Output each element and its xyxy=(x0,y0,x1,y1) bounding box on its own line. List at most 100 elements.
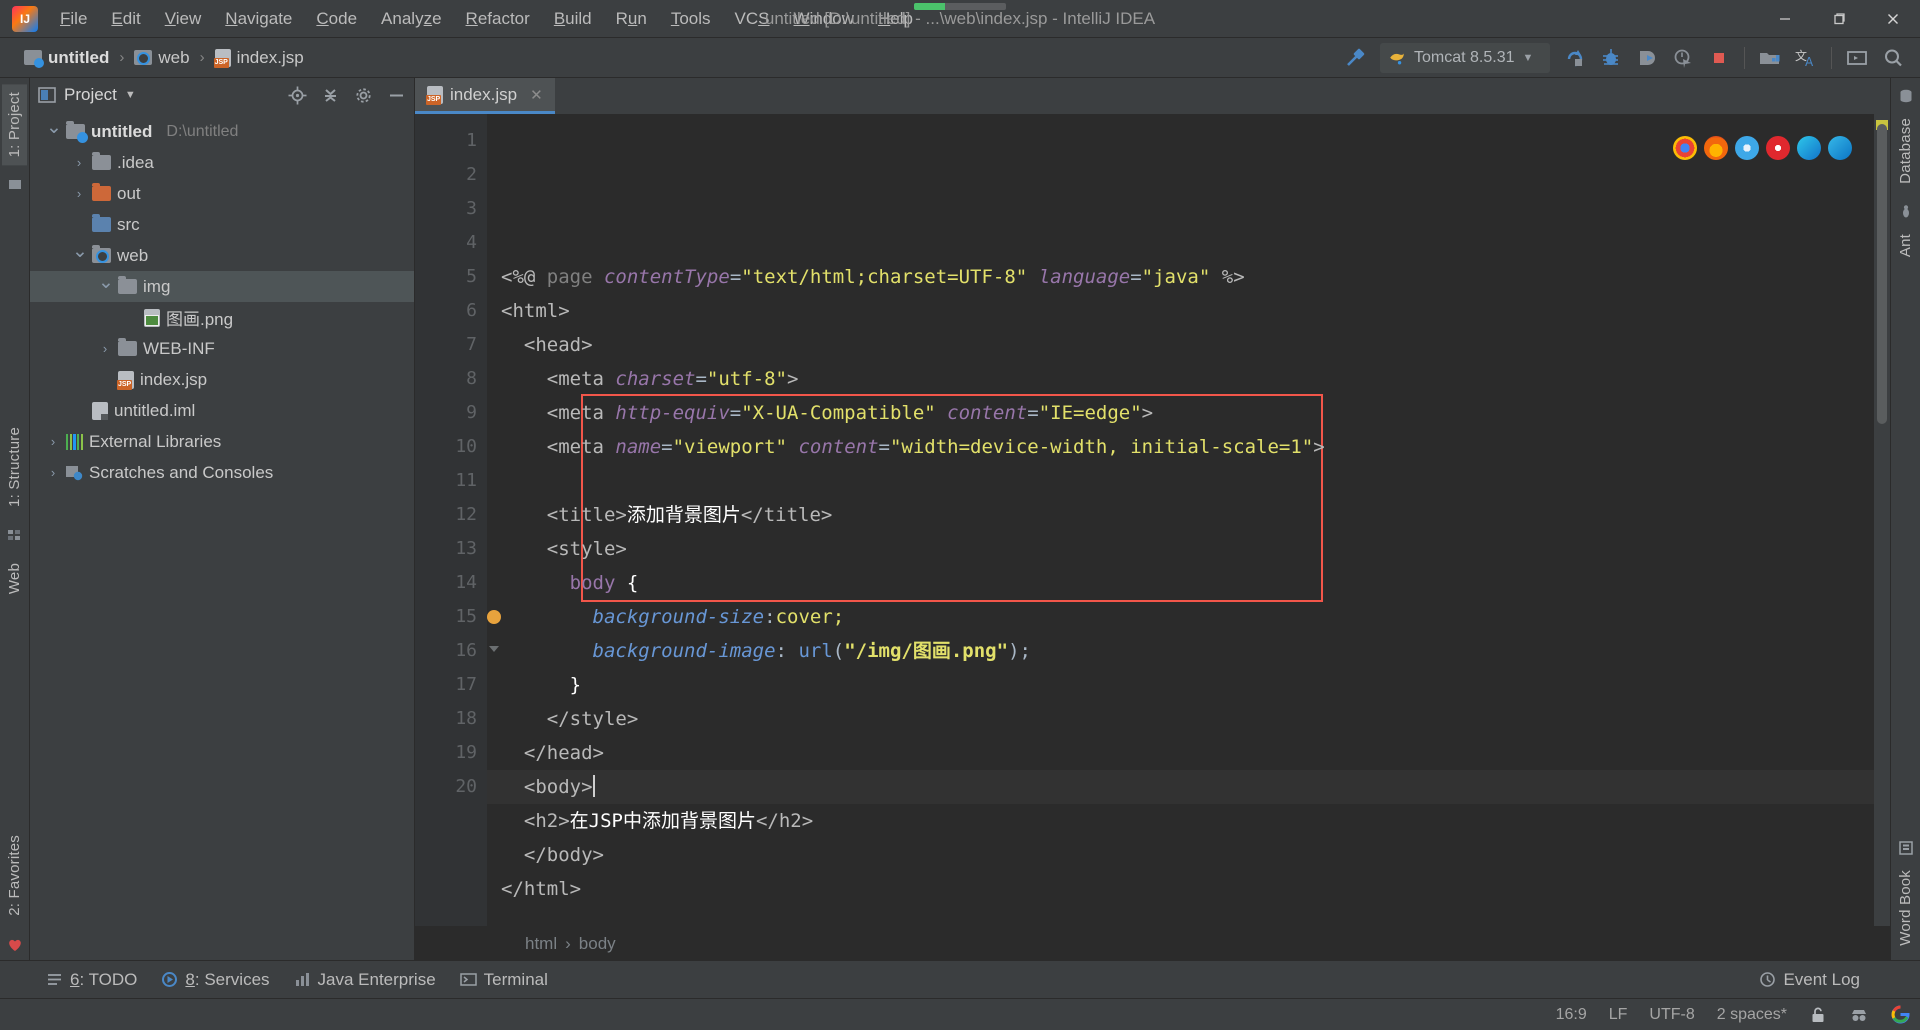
build-hammer-icon[interactable] xyxy=(1338,42,1372,74)
run-with-coverage-icon[interactable] xyxy=(1630,42,1664,74)
line-number[interactable]: 12 xyxy=(415,498,487,532)
tree-item-untitled[interactable]: ⌄ untitled D:\untitled xyxy=(30,116,414,147)
tab-index-jsp[interactable]: index.jsp ✕ xyxy=(415,78,555,114)
menu-tools[interactable]: Tools xyxy=(659,5,723,33)
code-line-11[interactable]: background-size:cover; xyxy=(487,600,1874,634)
editor-breadcrumb-body[interactable]: body xyxy=(579,934,616,954)
chevron-down-icon[interactable]: ⌄ xyxy=(46,118,62,137)
breadcrumb-item-web[interactable]: web xyxy=(128,46,195,70)
line-number[interactable]: 16 xyxy=(415,634,499,668)
ie-icon[interactable] xyxy=(1828,136,1852,160)
run-configuration-selector[interactable]: Tomcat 8.5.31 ▼ xyxy=(1380,43,1550,73)
tree-item-web[interactable]: ⌄ web xyxy=(30,240,414,271)
code-line-6[interactable]: <meta name="viewport" content="width=dev… xyxy=(487,430,1874,464)
line-number[interactable]: 9 xyxy=(415,396,487,430)
close-icon[interactable]: ✕ xyxy=(530,86,543,104)
line-number[interactable]: 20 xyxy=(415,770,487,804)
favorites-small-icon[interactable] xyxy=(7,177,23,193)
code-line-1[interactable]: <%@ page contentType="text/html;charset=… xyxy=(487,260,1874,294)
line-number[interactable]: 17 xyxy=(415,668,487,702)
editor-viewport[interactable]: 1 2 3 4 5 6 7 8 9 10 11 12 13 14 15 16 17 18 19 20 <%@ page… xyxy=(415,114,1890,926)
minimize-button[interactable] xyxy=(1758,0,1812,38)
locate-icon[interactable] xyxy=(288,86,307,105)
tree-item-index-jsp[interactable]: ›index.jsp xyxy=(30,364,414,395)
profile-icon[interactable] xyxy=(1666,42,1700,74)
chevron-right-icon[interactable]: › xyxy=(98,341,112,356)
stop-icon[interactable] xyxy=(1702,42,1736,74)
structure-grid-icon[interactable] xyxy=(7,527,23,543)
tree-item-idea[interactable]: › .idea xyxy=(30,147,414,178)
caret-position[interactable]: 16:9 xyxy=(1556,1006,1587,1024)
hide-icon[interactable] xyxy=(387,86,406,105)
file-encoding[interactable]: UTF-8 xyxy=(1649,1006,1694,1024)
tool-window-terminal[interactable]: Terminal xyxy=(450,965,558,995)
tool-window-java-enterprise[interactable]: Java Enterprise xyxy=(284,965,446,995)
code-line-5[interactable]: <meta http-equiv="X-UA-Compatible" conte… xyxy=(487,396,1874,430)
chevron-right-icon[interactable]: › xyxy=(72,155,86,170)
heart-icon[interactable] xyxy=(6,936,24,954)
tree-item-out[interactable]: › out xyxy=(30,178,414,209)
tree-item-png[interactable]: ›图画.png xyxy=(30,302,414,333)
code-line-7[interactable] xyxy=(487,464,1874,498)
close-button[interactable] xyxy=(1866,0,1920,38)
incognito-icon[interactable] xyxy=(1849,1006,1869,1024)
editor-scrollbar-thumb[interactable] xyxy=(1877,124,1887,424)
code-line-8[interactable]: <title>添加背景图片</title> xyxy=(487,498,1874,532)
sidebar-item-project-tab[interactable]: 1: Project xyxy=(2,84,27,166)
chevron-right-icon[interactable]: › xyxy=(72,186,86,201)
line-number[interactable]: 1 xyxy=(415,124,487,158)
maximize-button[interactable] xyxy=(1812,0,1866,38)
rerun-icon[interactable] xyxy=(1558,42,1592,74)
sidebar-item-word-book-tab[interactable]: Word Book xyxy=(1893,862,1918,954)
sidebar-item-web-tab[interactable]: Web xyxy=(2,555,27,602)
line-number[interactable]: 4 xyxy=(415,226,487,260)
terminal-icon[interactable] xyxy=(1840,42,1874,74)
tool-window-services[interactable]: 8: Services xyxy=(151,965,279,995)
line-number[interactable]: 2 xyxy=(415,158,487,192)
code-line-16[interactable]: <body> xyxy=(487,770,1874,804)
ant-small-icon[interactable] xyxy=(1898,204,1914,220)
line-separator[interactable]: LF xyxy=(1609,1006,1628,1024)
tree-item-untitled-iml[interactable]: ›untitled.iml xyxy=(30,395,414,426)
code-line-9[interactable]: <style> xyxy=(487,532,1874,566)
menu-window[interactable]: Window xyxy=(782,5,866,33)
menu-vcs[interactable]: VCS xyxy=(723,5,782,33)
event-log-button[interactable]: Event Log xyxy=(1759,970,1860,990)
debug-icon[interactable] xyxy=(1594,42,1628,74)
code-line-12[interactable]: background-image: url("/img/图画.png"); xyxy=(487,634,1874,668)
line-number-gutter[interactable]: 1 2 3 4 5 6 7 8 9 10 11 12 13 14 15 16 17 18 19 20 xyxy=(415,114,501,926)
google-icon[interactable] xyxy=(1891,1005,1910,1024)
editor-marker-scrollbar[interactable] xyxy=(1874,114,1890,926)
line-number[interactable]: 3 xyxy=(415,192,487,226)
code-line-20[interactable] xyxy=(487,906,1874,926)
code-line-17[interactable]: <h2>在JSP中添加背景图片</h2> xyxy=(487,804,1874,838)
opera-icon[interactable] xyxy=(1766,136,1790,160)
line-number[interactable]: 8 xyxy=(415,362,487,396)
tree-item-external-libraries[interactable]: › External Libraries xyxy=(30,426,414,457)
line-number[interactable]: 14 xyxy=(415,566,487,600)
translate-icon[interactable]: 文 A xyxy=(1789,42,1823,74)
edge-icon[interactable] xyxy=(1797,136,1821,160)
tree-item-img[interactable]: ⌄ img xyxy=(30,271,414,302)
chevron-down-icon[interactable]: ▼ xyxy=(125,89,136,101)
chevron-right-icon[interactable]: › xyxy=(46,434,60,449)
code-line-15[interactable]: </head> xyxy=(487,736,1874,770)
line-number[interactable]: 11 xyxy=(415,464,487,498)
menu-edit[interactable]: Edit xyxy=(99,5,152,33)
code-content[interactable]: <%@ page contentType="text/html;charset=… xyxy=(487,114,1874,926)
menu-file[interactable]: File xyxy=(48,5,99,33)
line-number[interactable]: 13 xyxy=(415,532,487,566)
code-line-18[interactable]: </body> xyxy=(487,838,1874,872)
menu-code[interactable]: Code xyxy=(304,5,369,33)
line-number[interactable]: 6 xyxy=(415,294,487,328)
tool-window-todo[interactable]: 6: TODO xyxy=(36,965,147,995)
project-structure-icon[interactable] xyxy=(1753,42,1787,74)
line-number[interactable]: 15 xyxy=(415,600,501,634)
editor-breadcrumb-html[interactable]: html xyxy=(525,934,557,954)
line-number[interactable]: 7 xyxy=(415,328,487,362)
code-line-19[interactable]: </html> xyxy=(487,872,1874,906)
sidebar-item-ant-tab[interactable]: Ant xyxy=(1893,226,1918,265)
tree-item-scratches-and-consoles[interactable]: › Scratches and Consoles xyxy=(30,457,414,488)
gear-icon[interactable] xyxy=(354,86,373,105)
sidebar-item-favorites-tab[interactable]: 2: Favorites xyxy=(2,827,27,924)
